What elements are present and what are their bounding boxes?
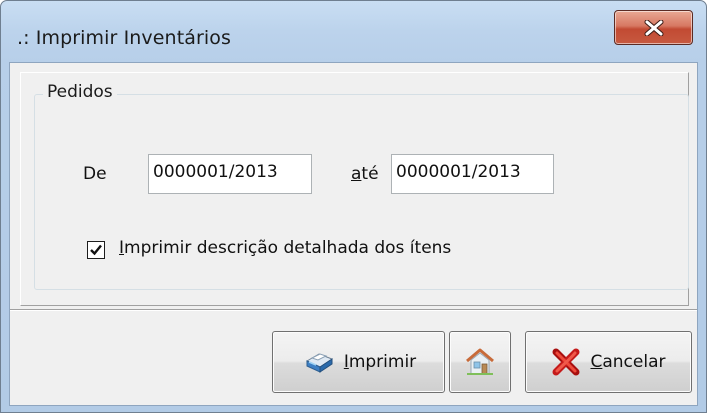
print-label-rest: mprimir xyxy=(348,352,417,372)
to-label-rest: té xyxy=(361,164,379,184)
detail-checkbox-label[interactable]: Imprimir descrição detalhada dos ítens xyxy=(119,238,451,258)
print-button-label: Imprimir xyxy=(344,352,416,372)
red-x-icon xyxy=(551,348,581,376)
pedidos-groupbox xyxy=(34,94,689,290)
from-label: De xyxy=(83,164,107,184)
to-order-input[interactable]: 0000001/2013 xyxy=(391,154,554,194)
checkmark-icon xyxy=(90,244,102,256)
to-label: até xyxy=(351,164,379,184)
detail-checkbox[interactable] xyxy=(87,241,105,259)
from-order-input[interactable]: 0000001/2013 xyxy=(148,154,312,194)
home-icon xyxy=(463,346,497,378)
cancel-label-rest: ancelar xyxy=(602,352,666,372)
close-x-icon xyxy=(644,19,663,36)
printer-icon xyxy=(301,349,335,375)
cancel-label-accel: C xyxy=(590,352,603,372)
dialog-window: .: Imprimir Inventários Pedidos De 00000… xyxy=(0,0,707,413)
cancel-button[interactable]: Cancelar xyxy=(525,331,692,393)
cancel-button-label: Cancelar xyxy=(590,352,665,372)
to-label-accel: a xyxy=(351,164,362,184)
print-button[interactable]: Imprimir xyxy=(272,331,445,393)
groupbox-legend: Pedidos xyxy=(43,82,117,102)
window-title: .: Imprimir Inventários xyxy=(17,27,232,49)
title-bar[interactable]: .: Imprimir Inventários xyxy=(1,1,706,61)
home-button[interactable] xyxy=(449,331,511,393)
detail-label-rest: mprimir descrição detalhada dos ítens xyxy=(124,238,452,258)
close-button[interactable] xyxy=(614,10,693,45)
